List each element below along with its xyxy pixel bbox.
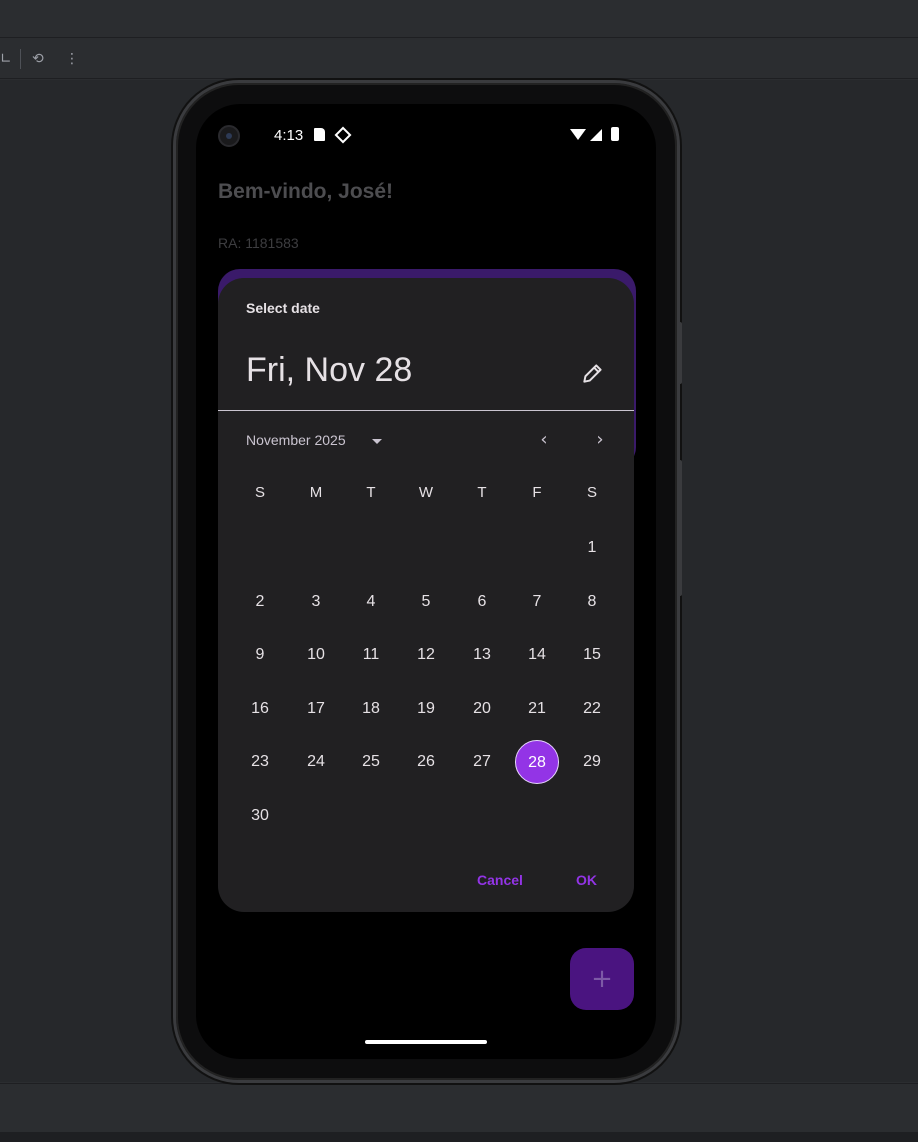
- status-clock: 4:13: [274, 127, 304, 144]
- calendar-day[interactable]: 20: [460, 687, 504, 731]
- calendar-day[interactable]: 3: [294, 580, 338, 624]
- calendar-day[interactable]: 24: [294, 740, 338, 784]
- calendar-day[interactable]: 19: [404, 687, 448, 731]
- calendar-day[interactable]: 23: [238, 740, 282, 784]
- battery-icon: [611, 127, 619, 141]
- calendar-day[interactable]: 14: [515, 633, 559, 677]
- calendar-day[interactable]: 7: [515, 580, 559, 624]
- phone-screen: 4:13 Bem-vindo, José! RA: 1181583 Select…: [196, 104, 656, 1059]
- calendar-day[interactable]: 9: [238, 633, 282, 677]
- weekday-label: W: [418, 484, 434, 501]
- weekday-label: T: [366, 484, 376, 501]
- ok-button[interactable]: OK: [576, 872, 597, 888]
- ide-title-bar: [0, 0, 918, 38]
- calendar-day[interactable]: 1: [570, 526, 614, 570]
- calendar-day[interactable]: 21: [515, 687, 559, 731]
- calendar-day[interactable]: 4: [349, 580, 393, 624]
- weekday-label: S: [586, 484, 597, 501]
- calendar-day[interactable]: 30: [238, 794, 282, 838]
- calendar-day[interactable]: 13: [460, 633, 504, 677]
- selected-day[interactable]: 28: [515, 740, 559, 784]
- wifi-icon: [570, 129, 586, 140]
- calendar-day[interactable]: 2: [238, 580, 282, 624]
- date-picker-dialog: Select date Fri, Nov 28 November 2025 ‹ …: [218, 278, 634, 912]
- calendar-day[interactable]: 22: [570, 687, 614, 731]
- ra-label: RA: 1181583: [218, 235, 299, 251]
- edit-pencil-icon[interactable]: [580, 360, 606, 386]
- more-vert-icon[interactable]: ⋮: [65, 51, 79, 67]
- calendar-day[interactable]: 6: [460, 580, 504, 624]
- welcome-heading: Bem-vindo, José!: [218, 180, 394, 203]
- sd-card-icon: [314, 128, 325, 141]
- cancel-button[interactable]: Cancel: [477, 872, 523, 888]
- weekday-label: M: [309, 484, 323, 501]
- calendar-day[interactable]: 17: [294, 687, 338, 731]
- volume-button[interactable]: [678, 460, 682, 596]
- calendar-day[interactable]: 16: [238, 687, 282, 731]
- calendar-day[interactable]: 29: [570, 740, 614, 784]
- ide-status-strip: [0, 1132, 918, 1142]
- dialog-title: Select date: [246, 300, 320, 316]
- prev-month-button[interactable]: ‹: [532, 428, 556, 452]
- toolbar-separator: [20, 49, 21, 69]
- weekday-label: F: [532, 484, 542, 501]
- status-bar: 4:13: [196, 104, 656, 164]
- calendar-day[interactable]: 27: [460, 740, 504, 784]
- weekday-label: T: [477, 484, 487, 501]
- calendar-day[interactable]: 26: [404, 740, 448, 784]
- month-year-selector[interactable]: November 2025: [246, 432, 346, 448]
- calendar-day[interactable]: 25: [349, 740, 393, 784]
- calendar-day[interactable]: 18: [349, 687, 393, 731]
- calendar-day[interactable]: 12: [404, 633, 448, 677]
- selected-date-headline: Fri, Nov 28: [246, 351, 413, 389]
- layout-icon[interactable]: ∟: [0, 51, 12, 67]
- calendar-day[interactable]: 15: [570, 633, 614, 677]
- weekday-label: S: [254, 484, 265, 501]
- calendar-day[interactable]: 5: [404, 580, 448, 624]
- dropdown-caret-icon[interactable]: [372, 439, 382, 444]
- add-fab-button[interactable]: +: [570, 948, 634, 1010]
- home-indicator[interactable]: [365, 1040, 487, 1044]
- calendar-day[interactable]: 10: [294, 633, 338, 677]
- power-button[interactable]: [678, 322, 682, 384]
- camera-icon: [218, 125, 240, 147]
- calendar-day[interactable]: 8: [570, 580, 614, 624]
- rotate-icon[interactable]: ⟲: [32, 51, 44, 67]
- calendar-day[interactable]: 11: [349, 633, 393, 677]
- signal-icon: [590, 129, 602, 141]
- ide-toolbar: ∟ ⟲ ⋮: [0, 39, 918, 79]
- next-month-button[interactable]: ›: [588, 428, 612, 452]
- dialog-divider: [218, 410, 634, 411]
- diamond-icon: [334, 126, 352, 144]
